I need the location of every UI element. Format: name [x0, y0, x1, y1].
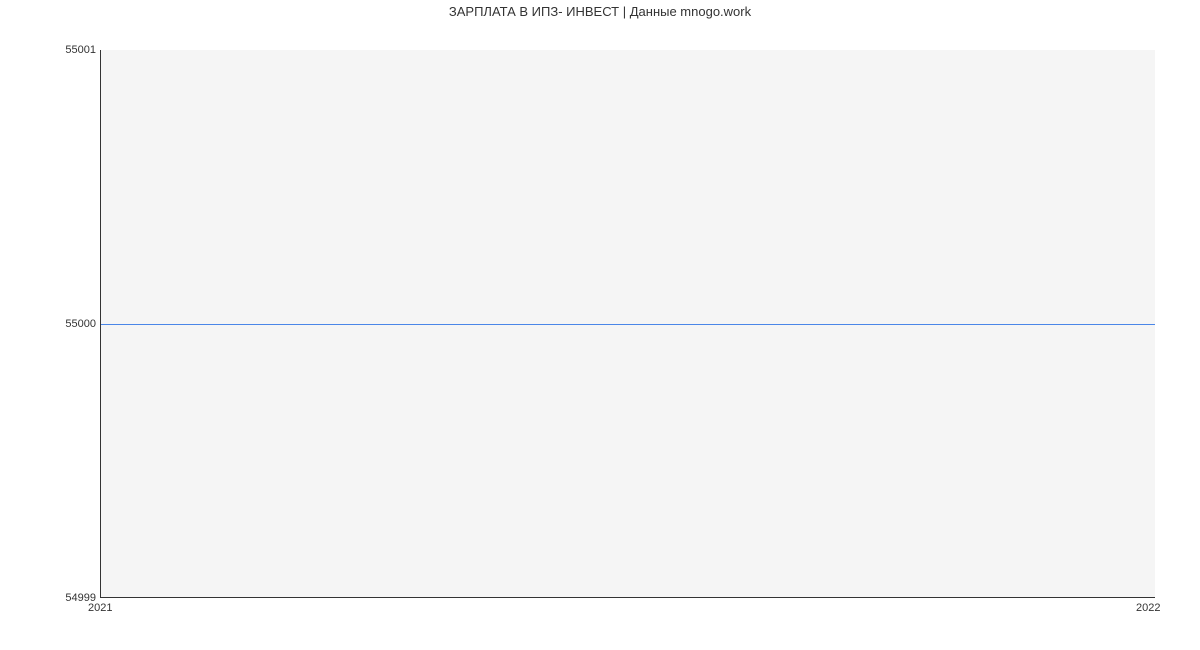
- x-tick-left: 2021: [88, 602, 112, 614]
- chart-container: ЗАРПЛАТА В ИПЗ- ИНВЕСТ | Данные mnogo.wo…: [0, 0, 1200, 650]
- plot-area: [100, 50, 1155, 598]
- chart-title: ЗАРПЛАТА В ИПЗ- ИНВЕСТ | Данные mnogo.wo…: [0, 4, 1200, 19]
- y-tick-mid: 55000: [6, 318, 96, 330]
- y-tick-bottom: 54999: [6, 592, 96, 604]
- y-tick-top: 55001: [6, 44, 96, 56]
- data-line: [101, 324, 1155, 325]
- x-tick-right: 2022: [1136, 602, 1160, 614]
